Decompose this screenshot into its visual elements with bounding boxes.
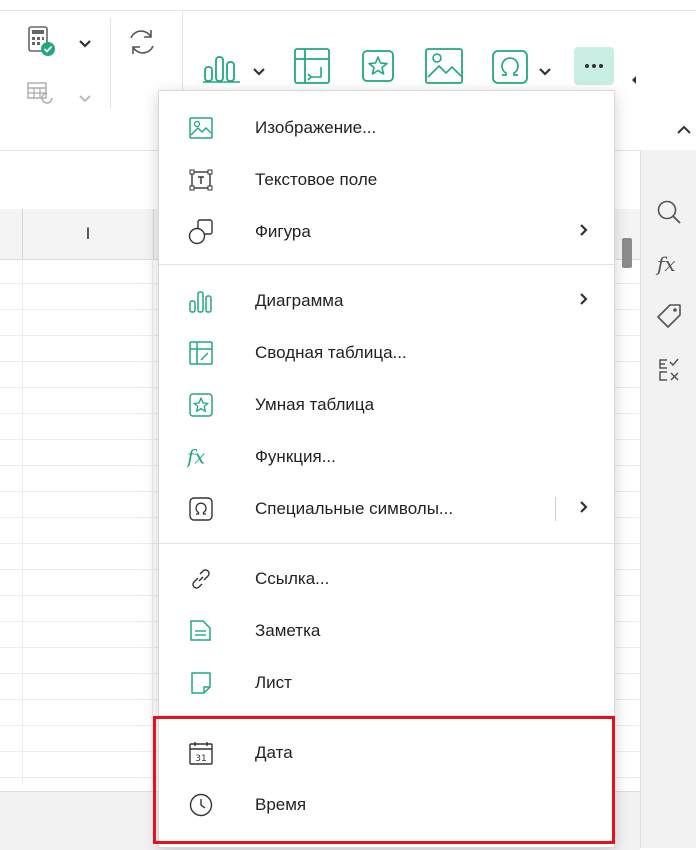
- column-header-I[interactable]: I: [22, 209, 154, 259]
- clock-icon: [187, 791, 215, 819]
- menu-item-function[interactable]: fx Функция...: [159, 431, 614, 483]
- menu-divider: [159, 715, 614, 716]
- menu-item-textbox[interactable]: Текстовое поле: [159, 154, 614, 206]
- chevron-down-icon[interactable]: [252, 64, 266, 82]
- toolbar-top-divider: [0, 10, 696, 11]
- menu-item-shape[interactable]: Фигура: [159, 206, 614, 258]
- smart-table-icon: [187, 391, 215, 419]
- shape-icon: [187, 218, 215, 246]
- menu-item-chart[interactable]: Диаграмма: [159, 275, 614, 327]
- chevron-right-icon[interactable]: [579, 500, 589, 519]
- menu-item-time[interactable]: Время: [159, 779, 614, 831]
- calendar-icon: 31: [187, 739, 215, 767]
- menu-item-note[interactable]: Заметка: [159, 605, 614, 657]
- chevron-up-icon[interactable]: [676, 123, 692, 141]
- link-icon: [187, 565, 215, 593]
- note-icon: [187, 617, 215, 645]
- fx-icon: fx: [187, 443, 215, 471]
- menu-item-pivot-table[interactable]: Сводная таблица...: [159, 327, 614, 379]
- chart-icon: [187, 287, 215, 315]
- omega-icon[interactable]: [490, 48, 530, 86]
- menu-item-split-divider: [555, 497, 556, 521]
- chart-icon[interactable]: [202, 50, 246, 84]
- refresh-icon[interactable]: [124, 24, 160, 60]
- pivot-table-icon[interactable]: [292, 46, 332, 86]
- tag-icon[interactable]: [641, 296, 696, 336]
- svg-text:fx: fx: [187, 445, 205, 468]
- sheet-icon: [187, 669, 215, 697]
- menu-item-special-symbols[interactable]: Специальные символы...: [159, 483, 614, 535]
- menu-divider: [159, 264, 614, 265]
- menu-item-image[interactable]: Изображение...: [159, 102, 614, 154]
- toolbar-separator: [110, 18, 111, 108]
- omega-icon: [187, 495, 215, 523]
- chevron-down-icon[interactable]: [78, 91, 92, 109]
- more-button[interactable]: [574, 47, 614, 85]
- chevron-right-icon: [579, 292, 589, 311]
- search-icon[interactable]: [641, 192, 696, 232]
- textbox-icon: [187, 166, 215, 194]
- menu-item-date[interactable]: 31 Дата: [159, 727, 614, 779]
- menu-item-link[interactable]: Ссылка...: [159, 553, 614, 605]
- menu-item-smart-table[interactable]: Умная таблица: [159, 379, 614, 431]
- fx-icon[interactable]: fx: [641, 244, 696, 284]
- chevron-down-icon[interactable]: [78, 36, 92, 54]
- table-refresh-icon[interactable]: [26, 80, 56, 106]
- insert-dropdown-menu: Изображение... Текстовое поле Фигура Диа…: [158, 90, 615, 848]
- menu-divider: [159, 543, 614, 544]
- vertical-scrollbar-thumb[interactable]: [622, 238, 632, 268]
- more-icon: [585, 64, 603, 68]
- check-cross-icon[interactable]: [641, 350, 696, 390]
- caret-left-icon[interactable]: [630, 72, 638, 90]
- calendar-day: 31: [195, 754, 206, 764]
- smart-table-icon[interactable]: [360, 48, 396, 84]
- chevron-down-icon[interactable]: [538, 64, 552, 82]
- right-side-panel: fx: [640, 150, 696, 848]
- svg-text:fx: fx: [655, 252, 676, 276]
- image-icon: [187, 114, 215, 142]
- image-icon[interactable]: [424, 46, 464, 86]
- pivot-table-icon: [187, 339, 215, 367]
- calculator-check-icon[interactable]: [26, 26, 58, 58]
- chevron-right-icon: [579, 223, 589, 242]
- menu-item-sheet[interactable]: Лист: [159, 657, 614, 709]
